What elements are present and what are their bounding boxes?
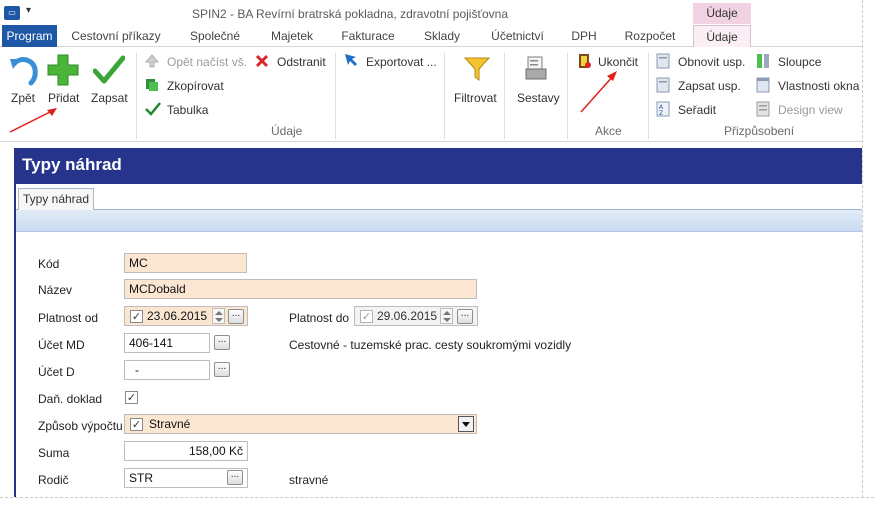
zpusob-vypoctu-select[interactable]: Stravné xyxy=(124,414,477,434)
label-suma: Suma xyxy=(38,446,70,460)
export-arrow-icon xyxy=(345,54,357,66)
form-tabstrip: Typy náhrad xyxy=(16,184,862,210)
save-button[interactable]: Zapsat xyxy=(91,91,128,105)
delete-x-icon xyxy=(255,54,269,68)
label-platnost-do: Platnost do xyxy=(289,311,350,325)
platnost-od-picker-button[interactable]: ... xyxy=(228,309,244,324)
tab-ucetnictvi[interactable]: Účetnictví xyxy=(480,25,555,47)
copy-icon xyxy=(146,79,158,91)
reports-button[interactable]: Sestavy xyxy=(517,91,560,105)
design-view-button[interactable]: Design view xyxy=(778,103,843,117)
label-nazev: Název xyxy=(38,283,73,297)
tab-spolecne[interactable]: Společné xyxy=(177,25,253,47)
zpusob-vypoctu-checkbox[interactable]: ✓ xyxy=(130,418,143,431)
screenshot-edge-right xyxy=(862,0,874,508)
form-header: Typy náhrad xyxy=(14,148,862,184)
annotation-arrow-add xyxy=(9,108,57,133)
window-properties-icon xyxy=(756,77,770,93)
platnost-do-checkbox[interactable]: ✓ xyxy=(360,310,373,323)
form-toolbar-band xyxy=(16,210,862,232)
tab-dph[interactable]: DPH xyxy=(563,25,605,47)
ribbon: Zpět Přidat Zapsat Opět načíst vš. Zkopí… xyxy=(0,47,862,142)
ribbon-tabs: Program Cestovní příkazy Společné Majete… xyxy=(0,25,862,47)
annotation-arrow-exit xyxy=(580,71,617,113)
label-zpusob-vypoctu: Způsob výpočtu xyxy=(38,419,123,433)
ucet-d-lookup-button[interactable]: ... xyxy=(214,362,230,377)
context-tab-header: Údaje xyxy=(693,3,751,24)
platnost-do-picker-button[interactable]: ... xyxy=(457,309,473,324)
delete-button[interactable]: Odstranit xyxy=(277,55,326,69)
label-ucet-md: Účet MD xyxy=(38,338,85,352)
dan-doklad-checkbox[interactable]: ✓ xyxy=(125,391,138,404)
tab-program[interactable]: Program xyxy=(2,25,57,47)
columns-button[interactable]: Sloupce xyxy=(778,55,821,69)
checkmark-icon[interactable] xyxy=(93,55,125,85)
screenshot-edge-bottom xyxy=(0,497,874,508)
filter-funnel-icon[interactable] xyxy=(463,55,491,83)
label-kod: Kód xyxy=(38,257,60,271)
columns-icon xyxy=(757,54,769,68)
sort-az-icon: A Z xyxy=(656,101,670,117)
label-dan-doklad: Daň. doklad xyxy=(38,392,103,406)
reload-up-icon xyxy=(145,54,159,68)
platnost-do-spinner[interactable] xyxy=(440,308,453,324)
table-button[interactable]: Tabulka xyxy=(167,103,208,117)
reload-all-button[interactable]: Opět načíst vš. xyxy=(167,55,247,69)
label-rodic: Rodič xyxy=(38,473,69,487)
table-check-icon xyxy=(145,102,161,116)
tab-cestovni-prikazy[interactable]: Cestovní příkazy xyxy=(66,25,166,47)
sort-button[interactable]: Seřadit xyxy=(678,103,716,117)
tab-fakturace[interactable]: Fakturace xyxy=(333,25,403,47)
reports-icon[interactable] xyxy=(525,55,547,83)
label-platnost-od: Platnost od xyxy=(38,311,99,325)
form-body: Kód MC Název MCDobald Platnost od 23.06.… xyxy=(16,232,862,504)
rodic-description: stravné xyxy=(289,473,329,487)
rodic-lookup-button[interactable]: ... xyxy=(227,470,243,485)
refresh-layout-button[interactable]: Obnovit usp. xyxy=(678,55,745,69)
copy-button[interactable]: Zkopírovat xyxy=(167,79,224,93)
tab-rozpocet[interactable]: Rozpočet xyxy=(614,25,686,47)
ucet-md-input[interactable]: 406-141 xyxy=(124,333,210,353)
tab-majetek[interactable]: Majetek xyxy=(262,25,322,47)
ucet-d-input[interactable]: - xyxy=(124,360,210,380)
group-label-customize: Přizpůsobení xyxy=(724,124,795,138)
suma-input[interactable]: 158,00 Kč xyxy=(124,441,248,461)
design-view-icon xyxy=(756,101,770,117)
svg-text:Z: Z xyxy=(659,110,663,117)
group-label-udaje: Údaje xyxy=(271,124,303,138)
kod-input[interactable]: MC xyxy=(124,253,247,273)
tab-sklady[interactable]: Sklady xyxy=(413,25,471,47)
save-layout-button[interactable]: Zapsat usp. xyxy=(678,79,741,93)
add-button[interactable]: Přidat xyxy=(48,91,79,105)
tab-typy-nahrad[interactable]: Typy náhrad xyxy=(18,188,94,210)
back-button[interactable]: Zpět xyxy=(11,91,35,105)
back-arrow-icon[interactable] xyxy=(9,53,39,87)
refresh-layout-icon xyxy=(656,53,670,69)
title-bar: ▭ ▾ SPIN2 - BA Revírní bratrská pokladna… xyxy=(0,0,862,27)
platnost-od-checkbox[interactable]: ✓ xyxy=(130,310,143,323)
group-label-akce: Akce xyxy=(595,124,622,138)
nazev-input[interactable]: MCDobald xyxy=(124,279,477,299)
zpusob-vypoctu-dropdown-icon[interactable] xyxy=(458,416,474,432)
ucet-md-lookup-button[interactable]: ... xyxy=(214,335,230,350)
platnost-od-spinner[interactable] xyxy=(212,308,225,324)
export-button[interactable]: Exportovat ... xyxy=(366,55,437,69)
save-layout-icon xyxy=(656,77,670,93)
window-properties-button[interactable]: Vlastnosti okna xyxy=(778,79,859,93)
plus-icon[interactable] xyxy=(46,53,80,87)
ucet-md-description: Cestovné - tuzemské prac. cesty soukromý… xyxy=(289,338,572,352)
filter-button[interactable]: Filtrovat xyxy=(454,91,497,105)
window-title: SPIN2 - BA Revírní bratrská pokladna, zd… xyxy=(192,7,508,21)
label-ucet-d: Účet D xyxy=(38,365,75,379)
tab-udaje[interactable]: Údaje xyxy=(693,25,751,47)
form-title: Typy náhrad xyxy=(22,155,122,174)
